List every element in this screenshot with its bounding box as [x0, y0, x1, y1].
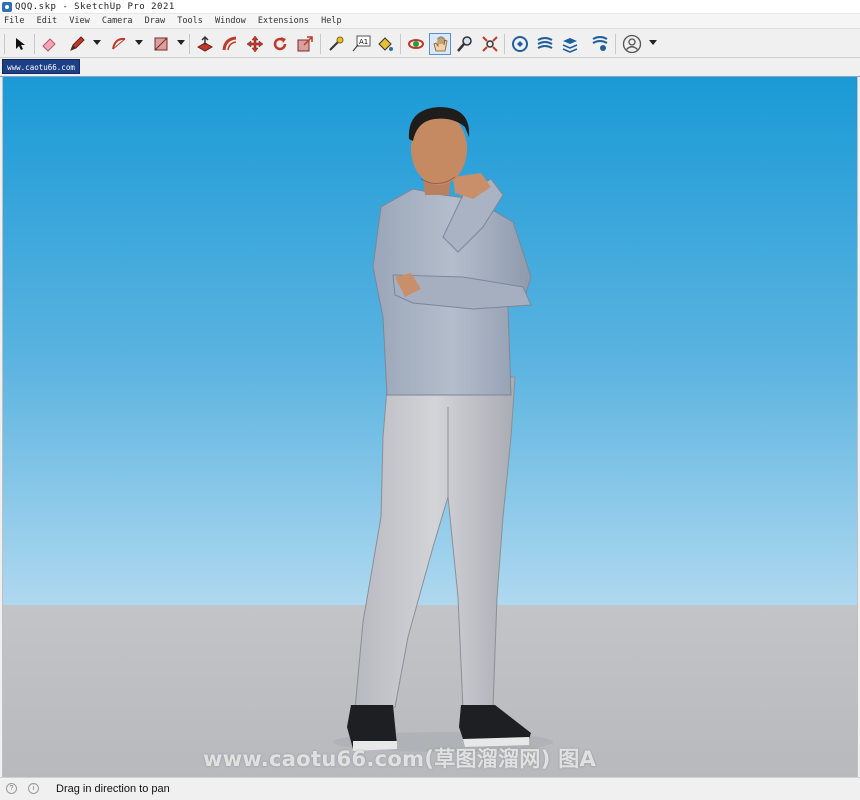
- select-tool-button[interactable]: [9, 33, 31, 55]
- arc-icon: [112, 37, 126, 50]
- menu-bar: File Edit View Camera Draw Tools Window …: [0, 14, 860, 28]
- push-pull-icon: [196, 35, 214, 52]
- arc-tool-dropdown-arrow[interactable]: [135, 40, 143, 45]
- shape-tool-dropdown-arrow[interactable]: [177, 40, 185, 45]
- eraser-tool-button[interactable]: [38, 33, 60, 55]
- hand-icon: [433, 36, 448, 52]
- magnifier-icon: [457, 36, 472, 52]
- menu-file[interactable]: File: [1, 14, 27, 28]
- toolbar-separator: [320, 34, 321, 54]
- main-toolbar: A1: [0, 28, 860, 58]
- zoom-extents-icon: [482, 36, 498, 52]
- person-3d-model[interactable]: [3, 77, 858, 777]
- menu-draw[interactable]: Draw: [142, 14, 168, 28]
- zoom-tool-button[interactable]: [454, 33, 476, 55]
- arrow-cursor-icon: [16, 38, 25, 50]
- toolbar-separator: [400, 34, 401, 54]
- text-icon: A1: [352, 35, 371, 52]
- extension-warehouse-button[interactable]: [534, 33, 556, 55]
- svg-text:A1: A1: [359, 38, 368, 46]
- title-bar: QQQ.skp - SketchUp Pro 2021: [0, 0, 860, 14]
- layout-icon: [562, 38, 578, 53]
- paint-bucket-icon: [378, 37, 393, 51]
- move-icon: [246, 35, 264, 53]
- rectangle-icon: [154, 37, 168, 51]
- extension-warehouse-icon: [537, 37, 553, 49]
- toolbar-separator: [189, 34, 190, 54]
- extension-manager-button[interactable]: [589, 33, 611, 55]
- info-icon[interactable]: i: [28, 783, 39, 794]
- eraser-icon: [42, 38, 56, 52]
- toolbar-separator: [34, 34, 35, 54]
- toolbar-separator: [504, 34, 505, 54]
- model-viewport[interactable]: www.caotu66.com(草图溜溜网) 图A: [2, 77, 858, 777]
- warehouse-icon: [512, 36, 528, 52]
- line-tool-dropdown-arrow[interactable]: [93, 40, 101, 45]
- menu-view[interactable]: View: [66, 14, 92, 28]
- toolbar-separator: [615, 34, 616, 54]
- menu-help[interactable]: Help: [318, 14, 344, 28]
- zoom-extents-tool-button[interactable]: [479, 33, 501, 55]
- scene-tab-strip: www.caotu66.com: [0, 58, 860, 77]
- tape-measure-tool-button[interactable]: [325, 33, 347, 55]
- move-tool-button[interactable]: [244, 33, 266, 55]
- user-icon: [622, 34, 642, 54]
- tape-measure-icon: [329, 36, 344, 51]
- shape-tool-button[interactable]: [150, 33, 172, 55]
- paint-bucket-tool-button[interactable]: [374, 33, 396, 55]
- rotate-icon: [273, 37, 287, 51]
- layout-button[interactable]: [559, 33, 581, 55]
- push-pull-tool-button[interactable]: [194, 33, 216, 55]
- watermark-text: www.caotu66.com(草图溜溜网) 图A: [203, 747, 597, 771]
- 3d-warehouse-button[interactable]: [509, 33, 531, 55]
- scene-tab[interactable]: www.caotu66.com: [2, 59, 80, 74]
- status-message: Drag in direction to pan: [56, 783, 170, 795]
- rotate-tool-button[interactable]: [269, 33, 291, 55]
- pan-tool-button[interactable]: [429, 33, 451, 55]
- line-tool-button[interactable]: [66, 33, 88, 55]
- scale-icon: [297, 36, 313, 52]
- account-button[interactable]: [621, 33, 643, 55]
- geo-location-icon[interactable]: ?: [6, 783, 17, 794]
- text-tool-button[interactable]: A1: [350, 33, 372, 55]
- menu-extensions[interactable]: Extensions: [255, 14, 312, 28]
- offset-icon: [222, 36, 237, 51]
- menu-camera[interactable]: Camera: [99, 14, 136, 28]
- scale-tool-button[interactable]: [294, 33, 316, 55]
- arc-tool-button[interactable]: [108, 33, 130, 55]
- menu-tools[interactable]: Tools: [174, 14, 206, 28]
- window-title: QQQ.skp - SketchUp Pro 2021: [15, 2, 175, 12]
- toolbar-grip: [4, 34, 5, 54]
- menu-window[interactable]: Window: [212, 14, 249, 28]
- orbit-icon: [408, 39, 424, 49]
- pants: [354, 376, 516, 710]
- status-bar: ? i Drag in direction to pan: [0, 777, 860, 800]
- offset-tool-button[interactable]: [219, 33, 241, 55]
- pencil-icon: [70, 36, 85, 51]
- orbit-tool-button[interactable]: [405, 33, 427, 55]
- menu-edit[interactable]: Edit: [34, 14, 60, 28]
- sketchup-app-icon: [2, 2, 12, 12]
- extension-manager-icon: [592, 36, 608, 51]
- account-dropdown-arrow[interactable]: [649, 40, 657, 45]
